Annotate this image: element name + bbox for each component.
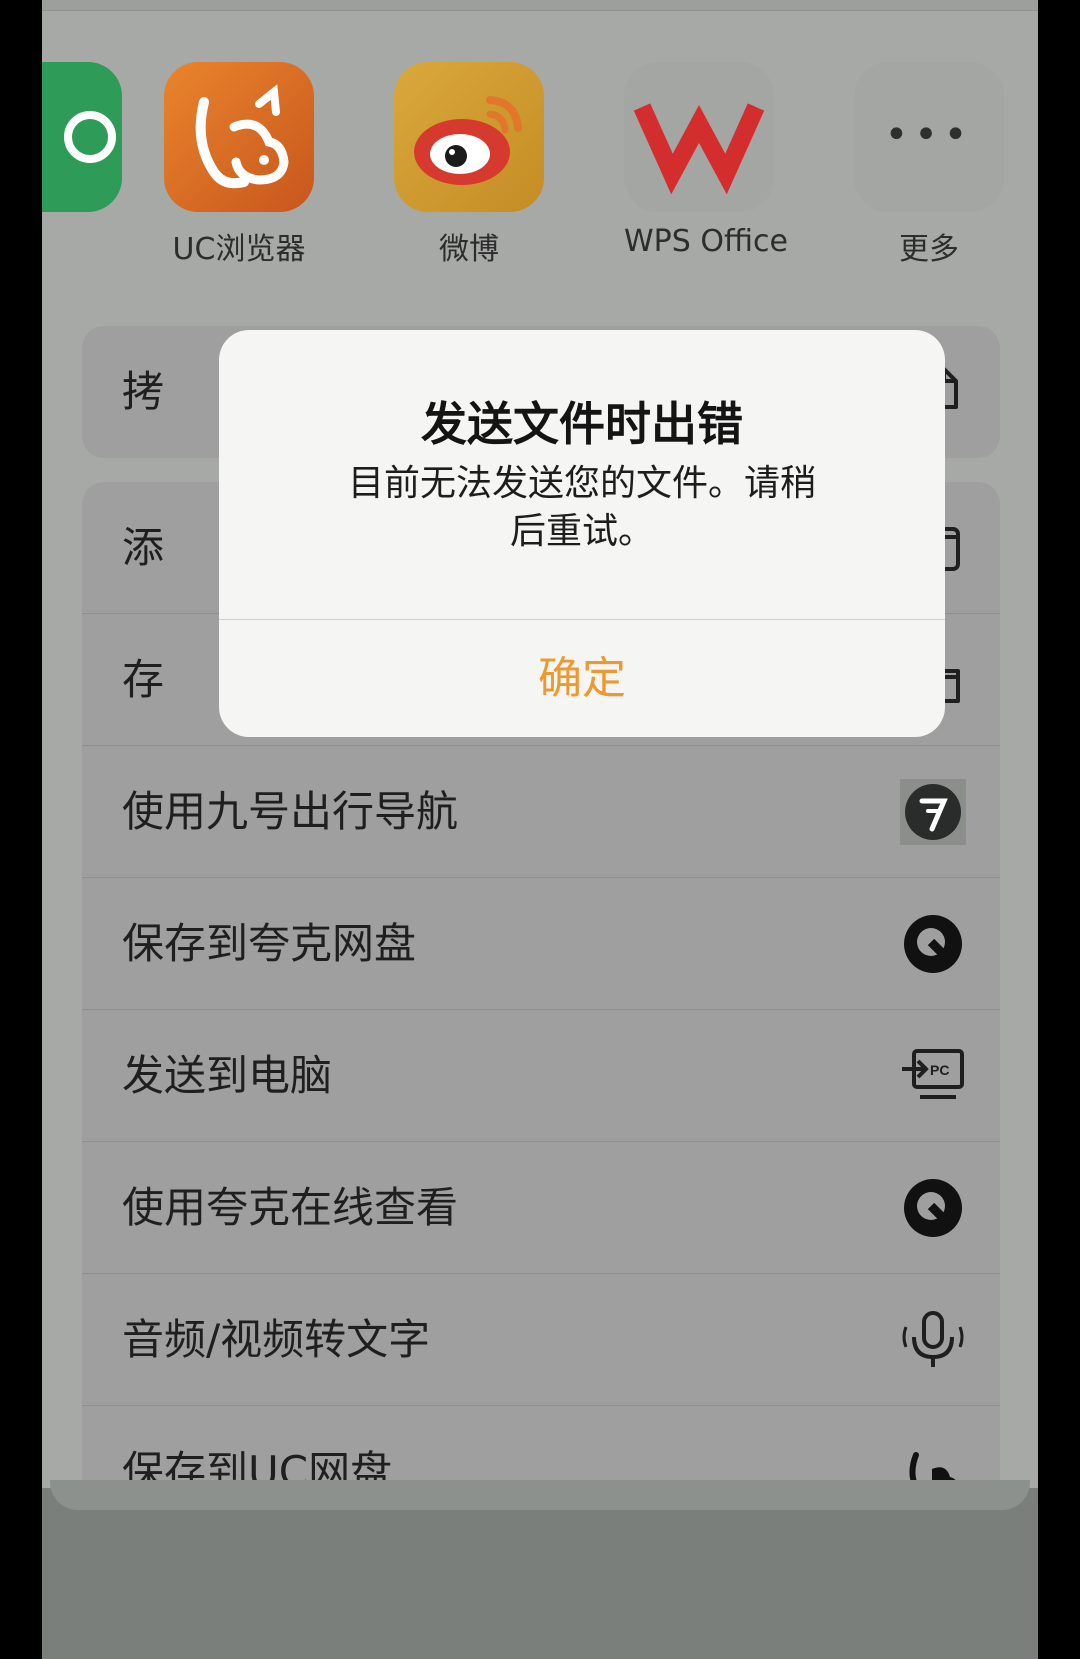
alert-message: 目前无法发送您的文件。请稍后重试。 [347, 463, 816, 552]
weibo-icon [394, 62, 544, 212]
share-sheet-screen: UC浏览器 微博 WPS Office ••• 更多 拷 添 存 使用九号出行导… [42, 0, 1038, 1659]
app-partial-green[interactable] [42, 62, 122, 212]
row-label: 存 [122, 655, 165, 704]
svg-text:PC: PC [930, 1062, 949, 1078]
row-label: 音频/视频转文字 [122, 1315, 431, 1364]
more-icon: ••• [854, 62, 1004, 212]
row-label: 使用夸克在线查看 [122, 1183, 459, 1232]
app-more[interactable]: ••• 更多 [854, 62, 1004, 268]
ok-button[interactable]: 确定 [219, 620, 945, 737]
app-label: WPS Office [624, 224, 788, 259]
share-app-row: UC浏览器 微博 WPS Office ••• 更多 [42, 62, 1038, 272]
app-label: 更多 [899, 232, 959, 267]
sheet-top-divider [42, 0, 1038, 11]
alert-title: 发送文件时出错 [421, 397, 743, 451]
quark-icon [904, 1179, 962, 1237]
green-app-icon [42, 62, 122, 212]
action-row-transcribe[interactable]: 音频/视频转文字 [82, 1274, 1000, 1406]
dimmed-background [42, 1480, 1038, 1659]
microphone-icon [902, 1311, 964, 1367]
row-label: 添 [122, 523, 165, 572]
row-label: 保存到UC网盘 [122, 1447, 393, 1488]
action-row-ninebot[interactable]: 使用九号出行导航 [82, 746, 1000, 878]
app-label: UC浏览器 [172, 232, 306, 267]
app-wps-office[interactable]: WPS Office [624, 62, 788, 259]
error-alert-dialog: 发送文件时出错 目前无法发送您的文件。请稍后重试。 确定 [219, 330, 945, 737]
quark-icon [904, 915, 962, 973]
row-label: 拷 [122, 367, 165, 416]
app-uc-browser[interactable]: UC浏览器 [164, 62, 314, 268]
wps-office-icon [624, 62, 774, 212]
action-row-send-to-pc[interactable]: 发送到电脑 PC [82, 1010, 1000, 1142]
uc-browser-icon [164, 62, 314, 212]
app-label: 微博 [439, 232, 499, 267]
action-row-quark-drive[interactable]: 保存到夸克网盘 [82, 878, 1000, 1010]
action-row-quark-view[interactable]: 使用夸克在线查看 [82, 1142, 1000, 1274]
ninebot-icon [900, 779, 966, 845]
row-label: 发送到电脑 [122, 1051, 333, 1100]
row-label: 保存到夸克网盘 [122, 919, 417, 968]
action-row-uc-drive[interactable]: 保存到UC网盘 [82, 1406, 1000, 1488]
row-label: 使用九号出行导航 [122, 787, 459, 836]
app-weibo[interactable]: 微博 [394, 62, 544, 268]
send-to-pc-icon: PC [902, 1049, 964, 1099]
